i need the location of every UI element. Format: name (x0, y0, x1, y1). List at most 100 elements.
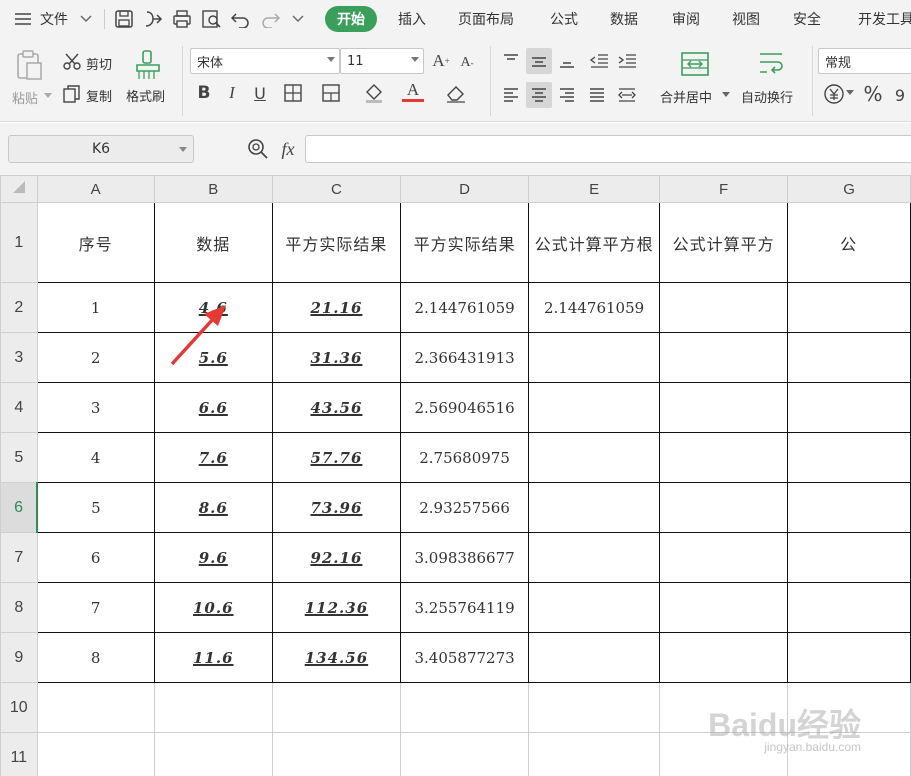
column-header-d[interactable]: D (399, 175, 530, 203)
cell[interactable] (528, 732, 661, 776)
cell[interactable] (528, 382, 661, 433)
cell[interactable]: 43.56 (271, 382, 402, 433)
cell[interactable] (399, 732, 530, 776)
justify-icon[interactable] (586, 84, 608, 106)
align-bottom-icon[interactable] (556, 50, 578, 72)
cell[interactable]: 6.6 (153, 382, 273, 433)
cell[interactable]: 2.144761059 (528, 282, 661, 333)
select-all-corner[interactable] (0, 175, 38, 203)
chevron-down-icon[interactable] (846, 90, 854, 96)
row-header[interactable]: 5 (0, 432, 38, 483)
column-header-f[interactable]: F (659, 175, 789, 203)
cell[interactable]: 73.96 (271, 482, 402, 533)
decrease-indent-icon[interactable] (588, 50, 610, 72)
cell[interactable]: 9.6 (153, 532, 273, 583)
cell[interactable] (787, 532, 911, 583)
tab-data[interactable]: 数据 (610, 0, 638, 38)
tab-page-layout[interactable]: 页面布局 (458, 0, 514, 38)
cell[interactable]: 3.405877273 (399, 632, 530, 683)
cell[interactable] (659, 632, 789, 683)
save-as-icon[interactable] (143, 0, 165, 38)
cell[interactable] (659, 432, 789, 483)
header-cell[interactable]: 数据 (153, 202, 273, 283)
cell[interactable]: 4.6 (153, 282, 273, 333)
cell[interactable]: 3 (36, 382, 155, 433)
cell[interactable] (153, 732, 273, 776)
tab-security[interactable]: 安全 (793, 0, 821, 38)
cell[interactable] (528, 532, 661, 583)
quick-access-dropdown-icon[interactable] (292, 0, 304, 38)
tab-home[interactable]: 开始 (325, 6, 377, 32)
cell[interactable]: 8.6 (153, 482, 273, 533)
align-right-icon[interactable] (556, 84, 578, 106)
header-cell[interactable]: 平方实际结果 (399, 202, 530, 283)
cell[interactable] (271, 682, 402, 733)
wrap-text-icon[interactable] (754, 48, 788, 80)
cell[interactable]: 5.6 (153, 332, 273, 383)
align-top-icon[interactable] (500, 50, 522, 72)
chevron-down-icon[interactable] (722, 92, 730, 98)
cell[interactable]: 7.6 (153, 432, 273, 483)
save-icon[interactable] (114, 0, 134, 38)
wrap-text-label[interactable]: 自动换行 (741, 87, 793, 106)
percent-icon[interactable]: % (862, 82, 884, 106)
row-header-active[interactable]: 6 (0, 482, 39, 533)
thousands-separator-icon[interactable]: 9 (890, 84, 910, 106)
cell[interactable] (659, 282, 789, 333)
cell[interactable]: 2.75680975 (399, 432, 530, 483)
cell[interactable]: 8 (36, 632, 155, 683)
clear-format-icon[interactable] (444, 82, 468, 104)
currency-icon[interactable] (822, 82, 846, 106)
cell[interactable] (528, 332, 661, 383)
cell[interactable]: 31.36 (271, 332, 402, 383)
cell[interactable]: 2.569046516 (399, 382, 530, 433)
paste-dropdown-icon[interactable] (44, 93, 52, 99)
cell-style-icon[interactable] (320, 82, 342, 104)
row-header[interactable]: 11 (0, 732, 38, 776)
cell[interactable]: 6 (36, 532, 155, 583)
header-cell[interactable]: 序号 (36, 202, 155, 283)
cell[interactable]: 92.16 (271, 532, 402, 583)
cut-label[interactable]: 剪切 (86, 54, 112, 73)
tab-review[interactable]: 审阅 (672, 0, 700, 38)
tab-insert[interactable]: 插入 (398, 0, 426, 38)
align-left-icon[interactable] (500, 84, 522, 106)
column-header-g[interactable]: G (787, 175, 911, 203)
fill-color-icon[interactable] (362, 82, 386, 104)
cell[interactable]: 3.098386677 (399, 532, 530, 583)
undo-icon[interactable] (231, 0, 251, 38)
font-size-select[interactable]: 11 (340, 48, 424, 74)
row-header[interactable]: 1 (0, 202, 38, 283)
redo-icon[interactable] (260, 0, 280, 38)
cell[interactable] (787, 332, 911, 383)
cell[interactable] (659, 532, 789, 583)
row-header[interactable]: 4 (0, 382, 38, 433)
row-header[interactable]: 3 (0, 332, 38, 383)
header-cell[interactable]: 公式计算平方根 (528, 202, 661, 283)
cell[interactable]: 21.16 (271, 282, 402, 333)
tab-view[interactable]: 视图 (732, 0, 760, 38)
cell[interactable]: 112.36 (271, 582, 402, 633)
cell[interactable] (659, 582, 789, 633)
tab-developer[interactable]: 开发工具 (858, 0, 911, 38)
cell[interactable]: 7 (36, 582, 155, 633)
number-format-select[interactable]: 常规 (818, 48, 911, 74)
cut-icon[interactable] (62, 52, 82, 72)
cell[interactable] (528, 482, 661, 533)
border-icon[interactable] (282, 82, 304, 104)
header-cell[interactable]: 公式计算平方 (659, 202, 789, 283)
copy-icon[interactable] (62, 84, 82, 104)
cell[interactable]: 4 (36, 432, 155, 483)
header-cell[interactable]: 平方实际结果 (271, 202, 402, 283)
cell[interactable] (528, 582, 661, 633)
distributed-align-icon[interactable] (616, 84, 638, 106)
menu-file[interactable]: 文件 (40, 0, 68, 38)
cell[interactable] (787, 582, 911, 633)
row-header[interactable]: 9 (0, 632, 38, 683)
cell[interactable] (787, 382, 911, 433)
name-box[interactable]: K6 (8, 135, 194, 163)
format-painter-icon[interactable] (132, 48, 164, 82)
row-header[interactable]: 10 (0, 682, 38, 733)
cell[interactable]: 5 (36, 482, 155, 533)
paste-label[interactable]: 粘贴 (12, 88, 38, 107)
